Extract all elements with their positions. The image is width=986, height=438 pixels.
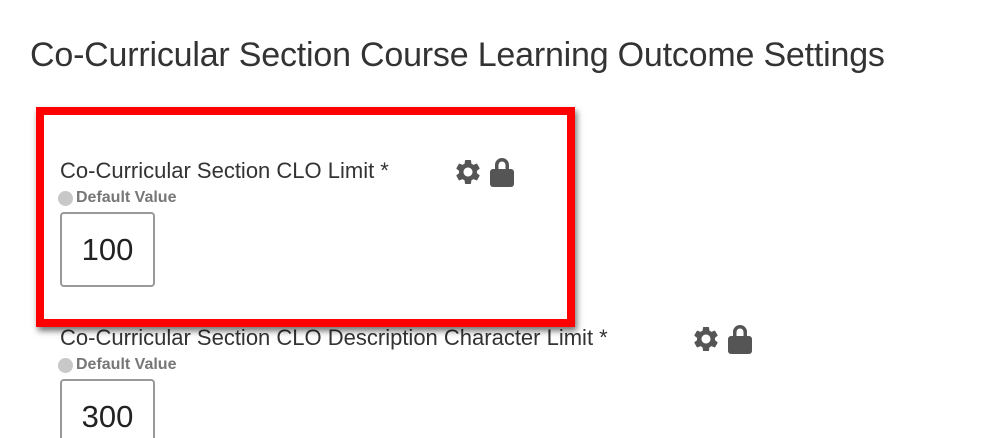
default-value-label: Default Value	[76, 356, 177, 373]
setting-icons	[691, 323, 754, 355]
setting-icons	[453, 156, 516, 188]
setting-label: Co-Curricular Section CLO Description Ch…	[60, 325, 608, 350]
clo-limit-input[interactable]: 100	[60, 212, 155, 287]
setting-label: Co-Curricular Section CLO Limit *	[60, 158, 389, 183]
default-indicator-dot	[58, 190, 73, 206]
default-value-row: Default Value	[58, 356, 608, 374]
default-value-label: Default Value	[76, 189, 177, 206]
lock-icon[interactable]	[726, 323, 754, 355]
setting-clo-description-limit: Co-Curricular Section CLO Description Ch…	[58, 323, 752, 438]
default-indicator-dot	[58, 357, 73, 373]
gear-icon[interactable]	[691, 324, 721, 354]
page-title: Co-Curricular Section Course Learning Ou…	[30, 36, 885, 74]
setting-clo-limit: Co-Curricular Section CLO Limit * Defaul…	[58, 156, 514, 287]
gear-icon[interactable]	[453, 157, 483, 187]
default-value-row: Default Value	[58, 189, 389, 207]
clo-description-limit-input[interactable]: 300	[60, 379, 155, 438]
lock-icon[interactable]	[488, 156, 516, 188]
settings-page: Co-Curricular Section Course Learning Ou…	[0, 0, 986, 438]
